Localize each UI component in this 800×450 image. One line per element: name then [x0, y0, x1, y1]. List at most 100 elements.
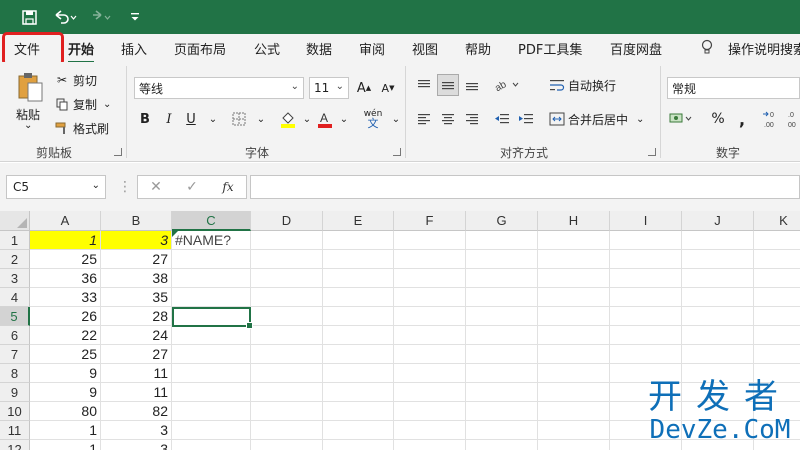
cell[interactable] [682, 326, 754, 345]
cell[interactable] [251, 326, 323, 345]
borders-icon[interactable] [228, 108, 250, 130]
tab-pdf-tools[interactable]: PDF工具集 [518, 39, 582, 59]
cell[interactable] [394, 307, 466, 326]
cell[interactable] [538, 345, 610, 364]
tab-help[interactable]: 帮助 [465, 39, 491, 59]
cell[interactable] [754, 250, 800, 269]
cell[interactable]: 11 [101, 383, 172, 402]
column-header-d[interactable]: D [251, 211, 323, 231]
cell[interactable]: 28 [101, 307, 172, 326]
column-header-f[interactable]: F [394, 211, 466, 231]
tab-formulas[interactable]: 公式 [254, 39, 280, 59]
italic-button[interactable]: I [158, 108, 180, 130]
cell[interactable] [394, 402, 466, 421]
cell[interactable]: 80 [30, 402, 101, 421]
cell[interactable]: 1 [30, 421, 101, 440]
cell[interactable]: 36 [30, 269, 101, 288]
cut-button[interactable]: ✂ 剪切 [52, 70, 99, 90]
row-header[interactable]: 1 [0, 231, 30, 250]
tab-data[interactable]: 数据 [306, 39, 332, 59]
cell[interactable] [538, 250, 610, 269]
cell[interactable] [394, 288, 466, 307]
cell[interactable] [172, 250, 251, 269]
cell[interactable] [394, 269, 466, 288]
cell[interactable]: 3 [101, 440, 172, 450]
cell[interactable] [323, 307, 394, 326]
paste-icon[interactable] [14, 70, 46, 104]
row-header[interactable]: 5 [0, 307, 30, 326]
cell[interactable] [538, 269, 610, 288]
cell[interactable] [251, 421, 323, 440]
formula-input[interactable] [250, 175, 800, 199]
cell[interactable] [682, 250, 754, 269]
row-header[interactable]: 8 [0, 364, 30, 383]
column-header-h[interactable]: H [538, 211, 610, 231]
cell[interactable] [323, 288, 394, 307]
font-launcher-icon[interactable] [393, 148, 401, 156]
increase-font-size-icon[interactable]: A ▲ [353, 77, 375, 99]
cell[interactable] [172, 345, 251, 364]
decrease-indent-icon[interactable] [491, 108, 513, 130]
cell[interactable] [323, 326, 394, 345]
cell[interactable] [754, 288, 800, 307]
align-top-icon[interactable] [413, 74, 435, 96]
cell[interactable] [682, 269, 754, 288]
cell[interactable] [610, 288, 682, 307]
column-header-b[interactable]: B [101, 211, 172, 231]
column-header-i[interactable]: I [610, 211, 682, 231]
cell[interactable]: 3 [101, 231, 172, 250]
cell[interactable] [172, 421, 251, 440]
font-name-combo[interactable]: 等线 ⌄ [134, 77, 304, 99]
decrease-font-size-icon[interactable]: A ▼ [377, 77, 399, 99]
cell[interactable] [610, 345, 682, 364]
cell[interactable] [172, 383, 251, 402]
cell[interactable] [251, 250, 323, 269]
lightbulb-icon[interactable] [700, 39, 714, 59]
error-indicator-icon[interactable] [172, 231, 178, 237]
cell[interactable] [323, 421, 394, 440]
cell[interactable] [610, 250, 682, 269]
cell[interactable]: 9 [30, 383, 101, 402]
borders-dropdown-icon[interactable]: ⌄ [250, 108, 272, 130]
row-header[interactable]: 3 [0, 269, 30, 288]
number-format-combo[interactable]: 常规 [667, 77, 800, 99]
cell[interactable] [466, 231, 538, 250]
increase-indent-icon[interactable] [515, 108, 537, 130]
cell[interactable] [538, 307, 610, 326]
format-painter-button[interactable]: 格式刷 [52, 118, 111, 138]
cell[interactable] [394, 250, 466, 269]
underline-dropdown-icon[interactable]: ⌄ [202, 108, 224, 130]
alignment-launcher-icon[interactable] [648, 148, 656, 156]
cell[interactable] [172, 402, 251, 421]
cell[interactable]: 27 [101, 250, 172, 269]
insert-function-button[interactable]: fx [210, 180, 246, 194]
chevron-down-icon[interactable]: ⌄ [336, 81, 344, 92]
column-header-c[interactable]: C [172, 211, 251, 231]
copy-button[interactable]: 复制 ⌄ [52, 94, 113, 114]
increase-decimal-icon[interactable]: 0.00 [760, 106, 784, 132]
cell[interactable] [251, 288, 323, 307]
cell[interactable] [466, 364, 538, 383]
align-middle-icon[interactable] [437, 74, 459, 96]
cell[interactable] [251, 383, 323, 402]
cell[interactable]: 24 [101, 326, 172, 345]
cell[interactable] [466, 440, 538, 450]
cell[interactable] [466, 288, 538, 307]
phonetic-dropdown-icon[interactable]: ⌄ [385, 108, 407, 130]
cell[interactable] [538, 421, 610, 440]
cell[interactable] [538, 383, 610, 402]
column-header-e[interactable]: E [323, 211, 394, 231]
cell[interactable] [394, 345, 466, 364]
cell[interactable] [754, 231, 800, 250]
font-color-dropdown-icon[interactable]: ⌄ [333, 108, 355, 130]
cell[interactable] [466, 383, 538, 402]
cell[interactable] [394, 326, 466, 345]
cell[interactable] [682, 231, 754, 250]
cell[interactable] [610, 231, 682, 250]
cell[interactable]: 82 [101, 402, 172, 421]
align-bottom-icon[interactable] [461, 74, 483, 96]
font-size-combo[interactable]: 11 ⌄ [309, 77, 349, 99]
cell[interactable] [172, 364, 251, 383]
cell[interactable] [538, 364, 610, 383]
tab-insert[interactable]: 插入 [121, 39, 147, 59]
